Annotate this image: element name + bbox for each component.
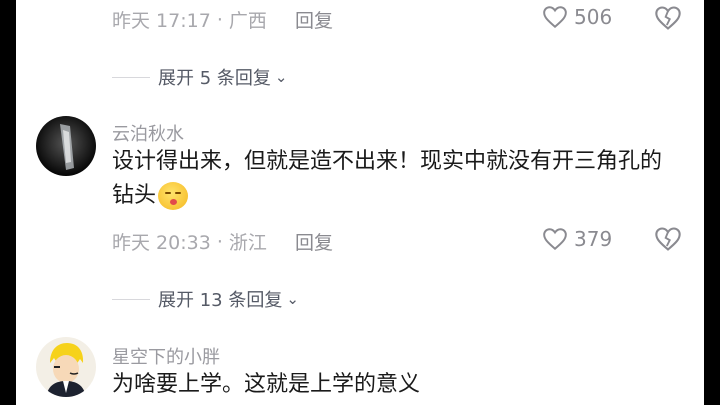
expand-replies-button[interactable]: 展开 5 条回复 ⌄ <box>112 64 287 90</box>
username[interactable]: 云泊秋水 <box>112 120 184 146</box>
reply-button[interactable]: 回复 <box>295 228 333 255</box>
heart-outline-icon <box>543 6 567 29</box>
username[interactable]: 星空下的小胖 <box>112 343 220 369</box>
expand-replies-button[interactable]: 展开 13 条回复 ⌄ <box>112 286 299 312</box>
comment-time: 昨天 20:33 <box>112 232 211 254</box>
like-button[interactable]: 379 <box>542 227 612 251</box>
expand-replies-label: 展开 5 条回复 <box>158 68 271 89</box>
dislike-button[interactable] <box>654 226 682 256</box>
like-count: 506 <box>574 5 613 29</box>
comment-location: 浙江 <box>228 232 267 254</box>
comment-meta: 昨天 20:33 · 浙江 回复 <box>112 228 333 255</box>
dislike-button[interactable] <box>654 5 682 35</box>
divider <box>112 298 150 300</box>
avatar[interactable] <box>36 337 96 397</box>
chevron-down-icon: ⌄ <box>286 290 299 308</box>
embarrassed-emoji-icon <box>158 182 189 210</box>
broken-heart-icon <box>655 6 681 30</box>
chevron-down-icon: ⌄ <box>274 68 288 86</box>
avatar-image <box>36 116 96 176</box>
reply-button[interactable]: 回复 <box>295 6 333 33</box>
broken-heart-icon <box>655 227 681 251</box>
comment-text: 为啥要上学。这就是上学的意义 <box>112 372 421 397</box>
comment-meta: 昨天 17:17 · 广西 回复 <box>112 6 333 33</box>
divider <box>112 76 150 78</box>
comment-time: 昨天 17:17 <box>112 10 211 32</box>
comment-text: 设计得出来，但就是造不出来！现实中就没有开三角孔的钻头 <box>112 149 663 210</box>
comment-location: 广西 <box>228 10 267 32</box>
like-button[interactable]: 506 <box>542 5 612 29</box>
comment-list: 昨天 17:17 · 广西 回复 506 展开 5 条回复 ⌄ 云泊秋水 设计得… <box>16 0 704 405</box>
expand-replies-label: 展开 13 条回复 <box>158 290 283 311</box>
like-count: 379 <box>574 227 613 251</box>
avatar[interactable] <box>36 116 96 176</box>
heart-outline-icon <box>543 228 567 251</box>
avatar-image <box>36 337 96 397</box>
